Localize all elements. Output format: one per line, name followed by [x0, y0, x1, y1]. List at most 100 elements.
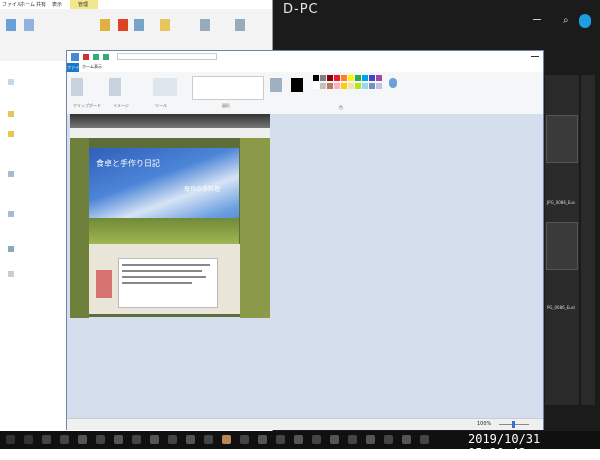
- search-icon[interactable]: ⌕: [563, 15, 569, 26]
- explorer-tab-file[interactable]: ファイル: [2, 1, 22, 8]
- paint-ribbon-tabs: ファイル ホーム 表示: [67, 63, 543, 79]
- color-swatch[interactable]: [320, 75, 326, 81]
- color-palette: [313, 75, 383, 97]
- taskbar-app-icon[interactable]: [60, 435, 69, 444]
- network-icon[interactable]: [8, 246, 14, 252]
- explorer-tab-home[interactable]: ホーム: [20, 1, 35, 8]
- new-folder-icon[interactable]: [160, 19, 170, 31]
- taskbar-app-icon[interactable]: [204, 435, 213, 444]
- color-swatch[interactable]: [355, 75, 361, 81]
- taskbar-clock[interactable]: 2019/10/31 05:30:43: [468, 432, 600, 460]
- copy-icon[interactable]: [24, 19, 34, 31]
- embedded-left-margin: [70, 138, 89, 318]
- color-swatch[interactable]: [348, 83, 354, 89]
- explorer-tab-view[interactable]: 表示: [52, 1, 62, 8]
- color-swatch[interactable]: [369, 75, 375, 81]
- move-icon[interactable]: [100, 19, 110, 31]
- color-swatch[interactable]: [313, 83, 319, 89]
- select-icon[interactable]: [235, 19, 245, 31]
- shapes-gallery[interactable]: [192, 76, 264, 100]
- color-swatch[interactable]: [334, 83, 340, 89]
- zoom-slider-thumb[interactable]: [512, 421, 515, 428]
- save-icon[interactable]: [83, 54, 89, 60]
- color-swatch[interactable]: [376, 83, 382, 89]
- edit-colors-icon[interactable]: [389, 78, 397, 88]
- taskbar-app-icon[interactable]: [96, 435, 105, 444]
- user-avatar-icon[interactable]: [579, 14, 591, 28]
- post-text-line: [122, 270, 202, 272]
- color-swatch[interactable]: [369, 83, 375, 89]
- taskbar-app-icon[interactable]: [330, 435, 339, 444]
- rename-icon[interactable]: [134, 19, 144, 31]
- photo-thumbnail[interactable]: [546, 115, 578, 163]
- taskbar-app-icon[interactable]: [240, 435, 249, 444]
- folder-icon[interactable]: [8, 131, 14, 137]
- color-swatch[interactable]: [341, 83, 347, 89]
- taskbar-app-icon[interactable]: [384, 435, 393, 444]
- color-swatch[interactable]: [362, 83, 368, 89]
- taskbar-app-icon[interactable]: [294, 435, 303, 444]
- taskbar-app-icon[interactable]: [348, 435, 357, 444]
- stroke-size-icon[interactable]: [270, 78, 282, 92]
- taskbar-app-icon[interactable]: [402, 435, 411, 444]
- minimize-icon[interactable]: [533, 19, 541, 20]
- taskbar-app-icon[interactable]: [114, 435, 123, 444]
- explorer-tab-share[interactable]: 共有: [36, 1, 46, 8]
- taskbar-app-icon[interactable]: [78, 435, 87, 444]
- color-swatch[interactable]: [334, 75, 340, 81]
- select-tool-icon[interactable]: [109, 78, 121, 96]
- post-text-line: [122, 276, 206, 278]
- paint-tab-view[interactable]: 表示: [94, 64, 102, 70]
- paint-titlebar: [67, 51, 543, 63]
- color-swatch[interactable]: [341, 75, 347, 81]
- folder-icon[interactable]: [8, 111, 14, 117]
- properties-icon[interactable]: [200, 19, 210, 31]
- taskbar-paint-icon[interactable]: [222, 435, 231, 444]
- paint-app-icon: [71, 53, 79, 61]
- tab-label: 管理: [78, 2, 89, 8]
- undo-icon[interactable]: [93, 54, 99, 60]
- drive-icon[interactable]: [8, 171, 14, 177]
- taskbar-app-icon[interactable]: [312, 435, 321, 444]
- color-swatch[interactable]: [313, 75, 319, 81]
- color-swatch[interactable]: [376, 75, 382, 81]
- taskbar-app-icon[interactable]: [132, 435, 141, 444]
- computer-name-title: D-PC: [283, 2, 319, 17]
- color-swatch[interactable]: [348, 75, 354, 81]
- color-swatch[interactable]: [320, 83, 326, 89]
- redo-icon[interactable]: [103, 54, 109, 60]
- taskbar-app-icon[interactable]: [168, 435, 177, 444]
- delete-icon[interactable]: [118, 19, 128, 31]
- color-swatch[interactable]: [355, 83, 361, 89]
- color-swatch[interactable]: [327, 75, 333, 81]
- taskbar-app-icon[interactable]: [186, 435, 195, 444]
- taskbar-app-icon[interactable]: [24, 435, 33, 444]
- color-swatch[interactable]: [327, 83, 333, 89]
- tools-group-icons[interactable]: [153, 78, 177, 96]
- thumbnail-label: JPG_0086_Eus: [547, 200, 576, 205]
- taskbar-app-icon[interactable]: [366, 435, 375, 444]
- start-icon[interactable]: [6, 435, 15, 444]
- close-icon[interactable]: [531, 56, 539, 57]
- paste-icon[interactable]: [71, 78, 83, 96]
- taskbar-app-icon[interactable]: [150, 435, 159, 444]
- color1-swatch[interactable]: [291, 78, 303, 92]
- pin-icon[interactable]: [6, 19, 16, 31]
- quick-access-icon[interactable]: [8, 79, 14, 85]
- drive-icon[interactable]: [8, 211, 14, 217]
- photo-thumbnail[interactable]: [546, 222, 578, 270]
- post-text-line: [122, 282, 192, 284]
- taskbar-app-icon[interactable]: [258, 435, 267, 444]
- taskbar-app-icon[interactable]: [420, 435, 429, 444]
- folder-icon[interactable]: [8, 271, 14, 277]
- paint-tab-home[interactable]: ホーム: [82, 64, 94, 70]
- explorer-tab-manage[interactable]: 管理: [70, 0, 98, 9]
- thumbnail-label: PG_0086_Eusi: [547, 305, 575, 310]
- taskbar-app-icon[interactable]: [276, 435, 285, 444]
- group-label-clipboard: クリップボード: [73, 103, 101, 108]
- paint-tab-file[interactable]: ファイル: [67, 63, 79, 79]
- taskbar-app-icon[interactable]: [42, 435, 51, 444]
- post-text-line: [122, 264, 210, 266]
- color-swatch[interactable]: [362, 75, 368, 81]
- side-panel-scroll[interactable]: [581, 75, 595, 405]
